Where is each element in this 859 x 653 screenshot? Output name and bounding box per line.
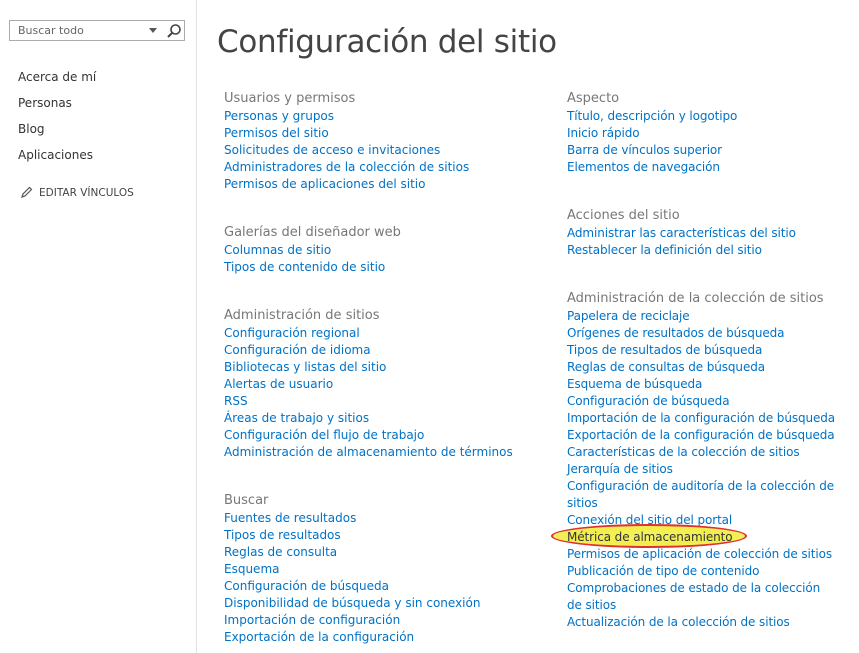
section-web-designer-galleries: Galerías del diseñador web Columnas de s… xyxy=(224,223,401,276)
link-schema[interactable]: Esquema xyxy=(224,561,480,578)
link-result-types[interactable]: Tipos de resultados xyxy=(224,527,480,544)
link-access-requests[interactable]: Solicitudes de acceso e invitaciones xyxy=(224,142,469,159)
search-icon[interactable] xyxy=(166,23,182,39)
link-result-sources[interactable]: Fuentes de resultados xyxy=(224,510,480,527)
link-navigation-elements[interactable]: Elementos de navegación xyxy=(567,159,737,176)
nav-item-apps[interactable]: Aplicaciones xyxy=(18,146,96,172)
link-site-libraries-lists[interactable]: Bibliotecas y listas del sitio xyxy=(224,359,513,376)
section-site-collection-administration: Administración de la colección de sitios… xyxy=(551,289,837,631)
link-site-collection-upgrade[interactable]: Actualización de la colección de sitios xyxy=(567,614,837,631)
link-search-settings[interactable]: Configuración de búsqueda xyxy=(224,578,480,595)
link-site-content-types[interactable]: Tipos de contenido de sitio xyxy=(224,259,401,276)
edit-links-button[interactable]: EDITAR VÍNCULOS xyxy=(21,186,134,199)
link-site-collection-app-permissions[interactable]: Permisos de aplicación de colección de s… xyxy=(567,546,837,563)
link-top-link-bar[interactable]: Barra de vínculos superior xyxy=(567,142,737,159)
link-recycle-bin[interactable]: Papelera de reciclaje xyxy=(567,308,837,325)
section-users-permissions: Usuarios y permisos Personas y grupos Pe… xyxy=(224,89,469,193)
link-search-schema[interactable]: Esquema de búsqueda xyxy=(567,376,837,393)
storage-metrics-highlight: Métrica de almacenamiento xyxy=(551,524,747,548)
link-user-alerts[interactable]: Alertas de usuario xyxy=(224,376,513,393)
link-quick-launch[interactable]: Inicio rápido xyxy=(567,125,737,142)
section-heading: Buscar xyxy=(224,493,269,508)
nav-item-people[interactable]: Personas xyxy=(18,94,96,120)
link-people-groups[interactable]: Personas y grupos xyxy=(224,108,469,125)
section-site-actions: Acciones del sitio Administrar las carac… xyxy=(567,206,796,259)
left-navigation: Acerca de mí Personas Blog Aplicaciones … xyxy=(0,0,197,653)
link-search-configuration[interactable]: Configuración de búsqueda xyxy=(567,393,837,410)
link-rss[interactable]: RSS xyxy=(224,393,513,410)
section-heading: Administración de la colección de sitios xyxy=(567,291,824,306)
link-site-collection-health-checks[interactable]: Comprobaciones de estado de la colección… xyxy=(567,580,837,614)
section-site-administration: Administración de sitios Configuración r… xyxy=(224,306,513,461)
link-term-store-management[interactable]: Administración de almacenamiento de térm… xyxy=(224,444,513,461)
section-search: Buscar Fuentes de resultados Tipos de re… xyxy=(224,491,480,646)
edit-links-label: EDITAR VÍNCULOS xyxy=(39,187,134,199)
section-heading: Acciones del sitio xyxy=(567,208,680,223)
link-site-permissions[interactable]: Permisos del sitio xyxy=(224,125,469,142)
link-configuration-export[interactable]: Exportación de la configuración xyxy=(224,629,480,646)
link-manage-site-features[interactable]: Administrar las características del siti… xyxy=(567,225,796,242)
link-reset-site-definition[interactable]: Restablecer la definición del sitio xyxy=(567,242,796,259)
nav-item-blog[interactable]: Blog xyxy=(18,120,96,146)
link-sites-workspaces[interactable]: Áreas de trabajo y sitios xyxy=(224,410,513,427)
link-site-hierarchy[interactable]: Jerarquía de sitios xyxy=(567,461,837,478)
section-look-and-feel: Aspecto Título, descripción y logotipo I… xyxy=(567,89,737,176)
section-heading: Galerías del diseñador web xyxy=(224,225,401,240)
link-search-configuration-import[interactable]: Importación de la configuración de búsqu… xyxy=(567,410,837,427)
link-search-configuration-export[interactable]: Exportación de la configuración de búsqu… xyxy=(567,427,837,444)
link-search-query-rules[interactable]: Reglas de consultas de búsqueda xyxy=(567,359,837,376)
section-heading: Usuarios y permisos xyxy=(224,91,356,106)
link-site-app-permissions[interactable]: Permisos de aplicaciones del sitio xyxy=(224,176,469,193)
link-search-offline-availability[interactable]: Disponibilidad de búsqueda y sin conexió… xyxy=(224,595,480,612)
quick-launch: Acerca de mí Personas Blog Aplicaciones xyxy=(18,68,96,172)
link-site-columns[interactable]: Columnas de sitio xyxy=(224,242,401,259)
search-scope-dropdown-icon[interactable] xyxy=(149,28,157,33)
link-storage-metrics[interactable]: Métrica de almacenamiento xyxy=(551,524,837,548)
section-heading: Aspecto xyxy=(567,91,620,106)
link-site-collection-features[interactable]: Características de la colección de sitio… xyxy=(567,444,837,461)
link-language-settings[interactable]: Configuración de idioma xyxy=(224,342,513,359)
link-query-rules[interactable]: Reglas de consulta xyxy=(224,544,480,561)
link-site-collection-admins[interactable]: Administradores de la colección de sitio… xyxy=(224,159,469,176)
link-content-type-publishing[interactable]: Publicación de tipo de contenido xyxy=(567,563,837,580)
link-site-collection-audit-settings[interactable]: Configuración de auditoría de la colecci… xyxy=(567,478,837,512)
link-workflow-settings[interactable]: Configuración del flujo de trabajo xyxy=(224,427,513,444)
storage-metrics-label: Métrica de almacenamiento xyxy=(567,530,733,544)
search-input[interactable] xyxy=(10,21,146,40)
section-heading: Administración de sitios xyxy=(224,308,380,323)
search-box xyxy=(9,20,185,41)
nav-item-about-me[interactable]: Acerca de mí xyxy=(18,68,96,94)
pencil-icon xyxy=(21,186,33,198)
link-regional-settings[interactable]: Configuración regional xyxy=(224,325,513,342)
link-title-description-logo[interactable]: Título, descripción y logotipo xyxy=(567,108,737,125)
link-search-result-sources[interactable]: Orígenes de resultados de búsqueda xyxy=(567,325,837,342)
link-configuration-import[interactable]: Importación de configuración xyxy=(224,612,480,629)
page-title: Configuración del sitio xyxy=(217,24,557,60)
link-search-result-types[interactable]: Tipos de resultados de búsqueda xyxy=(567,342,837,359)
